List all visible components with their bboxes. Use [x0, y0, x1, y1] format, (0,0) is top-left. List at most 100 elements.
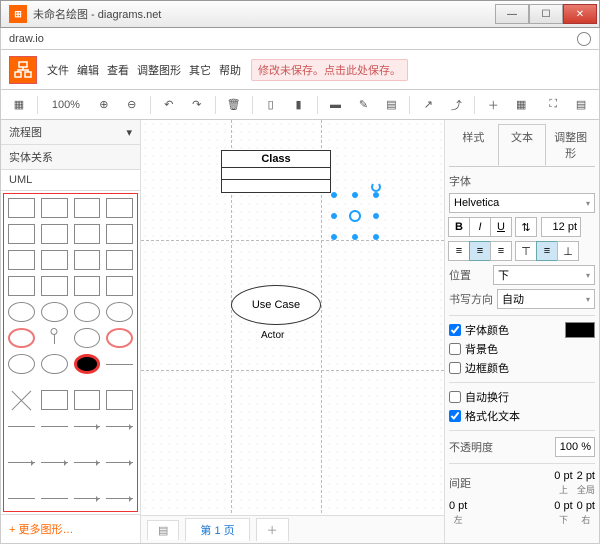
align-center-button[interactable]: ≡: [469, 241, 491, 261]
menu-file[interactable]: 文件: [47, 62, 69, 78]
shape-thumb[interactable]: [41, 302, 68, 322]
font-color-swatch[interactable]: [565, 322, 595, 338]
sp-right-input[interactable]: 0 pt: [577, 500, 595, 512]
shape-thumb[interactable]: [8, 462, 35, 482]
shape-thumb[interactable]: [106, 462, 133, 482]
shape-thumb[interactable]: [106, 498, 133, 512]
tab-style[interactable]: 样式: [449, 124, 498, 166]
shape-thumb[interactable]: [74, 498, 101, 512]
toback-icon[interactable]: ▮: [287, 94, 311, 116]
shape-thumb[interactable]: [41, 224, 68, 244]
shape-thumb[interactable]: [106, 426, 133, 446]
shape-thumb[interactable]: [41, 198, 68, 218]
sp-bottom-input[interactable]: 0 pt: [554, 500, 572, 512]
menu-help[interactable]: 帮助: [219, 62, 241, 78]
line-icon[interactable]: ✎: [351, 94, 375, 116]
uml-class-node[interactable]: Class: [221, 150, 331, 193]
autowrap-check[interactable]: [449, 391, 461, 403]
opacity-input[interactable]: 100 %: [555, 437, 595, 457]
insert-icon[interactable]: ＋: [481, 94, 505, 116]
tab-arrange[interactable]: 调整图形: [546, 124, 595, 166]
sidebar-cat-er[interactable]: 实体关系: [1, 145, 140, 170]
zoom-in-icon[interactable]: ⊕: [92, 94, 116, 116]
shape-thumb[interactable]: [8, 276, 35, 296]
format-toggle-icon[interactable]: ▤: [569, 94, 593, 116]
zoom-out-icon[interactable]: ⊖: [120, 94, 144, 116]
undo-icon[interactable]: ↶: [157, 94, 181, 116]
italic-button[interactable]: I: [469, 217, 491, 237]
formatted-check[interactable]: [449, 410, 461, 422]
shape-thumb[interactable]: [41, 462, 68, 482]
shadow-icon[interactable]: ▤: [379, 94, 403, 116]
canvas[interactable]: Class Use Case Actor ▤ 第 1 页 ＋: [141, 120, 444, 543]
shape-thumb[interactable]: [106, 198, 133, 218]
menu-arrange[interactable]: 调整图形: [137, 62, 181, 78]
sidebar-toggle-icon[interactable]: ▦: [7, 94, 31, 116]
shape-thumb[interactable]: [106, 390, 133, 410]
shape-thumb[interactable]: [74, 354, 101, 374]
minimize-button[interactable]: —: [495, 4, 529, 24]
delete-icon[interactable]: 🗑: [222, 94, 246, 116]
shape-thumb[interactable]: [8, 250, 35, 270]
shape-thumb[interactable]: [41, 354, 68, 374]
fill-icon[interactable]: ▬: [324, 94, 348, 116]
shape-thumb[interactable]: [74, 302, 101, 322]
zoom-select[interactable]: 100%: [44, 94, 88, 116]
shape-thumb[interactable]: [8, 198, 35, 218]
font-family-select[interactable]: Helvetica: [449, 193, 595, 213]
logo-icon[interactable]: [9, 56, 37, 84]
shape-thumb[interactable]: [106, 250, 133, 270]
shape-thumb[interactable]: [8, 302, 35, 322]
shape-thumb[interactable]: [8, 354, 35, 374]
tofront-icon[interactable]: ▯: [259, 94, 283, 116]
unsaved-notice[interactable]: 修改未保存。点击此处保存。: [251, 59, 408, 81]
shape-thumb[interactable]: [74, 250, 101, 270]
selection-handles[interactable]: [331, 192, 379, 240]
shape-thumb[interactable]: [74, 390, 101, 410]
shape-thumb[interactable]: [41, 390, 68, 410]
font-size-input[interactable]: 12 pt: [541, 217, 581, 237]
font-color-check[interactable]: [449, 324, 461, 336]
connection-icon[interactable]: ↗: [416, 94, 440, 116]
close-button[interactable]: ✕: [563, 4, 597, 24]
valign-bottom-button[interactable]: ⊥: [557, 241, 579, 261]
shape-thumb[interactable]: [74, 462, 101, 482]
shape-thumb[interactable]: [41, 426, 68, 446]
shape-thumb[interactable]: [106, 276, 133, 296]
bg-color-check[interactable]: [449, 343, 461, 355]
shape-thumb[interactable]: [74, 328, 101, 348]
tab-text[interactable]: 文本: [498, 124, 547, 166]
fullscreen-icon[interactable]: ⛶: [541, 94, 565, 116]
shape-thumb[interactable]: [8, 426, 35, 446]
position-select[interactable]: 下: [493, 265, 595, 285]
more-shapes-button[interactable]: + 更多图形…: [1, 514, 140, 543]
underline-button[interactable]: U: [490, 217, 512, 237]
waypoint-icon[interactable]: ⤴: [444, 94, 468, 116]
language-icon[interactable]: [577, 32, 591, 46]
menu-extras[interactable]: 其它: [189, 62, 211, 78]
shape-thumb[interactable]: [8, 328, 35, 348]
shape-thumb[interactable]: [8, 390, 35, 410]
sp-global-input[interactable]: 2 pt: [577, 470, 595, 482]
page-menu-button[interactable]: ▤: [147, 520, 179, 540]
shape-thumb[interactable]: [106, 364, 133, 384]
shape-thumb[interactable]: [74, 198, 101, 218]
sidebar-cat-flow[interactable]: 流程图▾: [1, 120, 140, 145]
add-page-button[interactable]: ＋: [256, 518, 289, 541]
sp-top-input[interactable]: 0 pt: [554, 470, 572, 482]
direction-select[interactable]: 自动: [497, 289, 595, 309]
shape-thumb[interactable]: [106, 302, 133, 322]
shape-thumb[interactable]: [41, 250, 68, 270]
shape-thumb[interactable]: [106, 224, 133, 244]
table-icon[interactable]: ▦: [509, 94, 533, 116]
page-tab-1[interactable]: 第 1 页: [185, 518, 249, 541]
border-color-check[interactable]: [449, 362, 461, 374]
shape-thumb[interactable]: [106, 328, 133, 348]
shape-thumb[interactable]: [41, 328, 68, 348]
valign-middle-button[interactable]: ≡: [536, 241, 558, 261]
shape-thumb[interactable]: [74, 276, 101, 296]
align-right-button[interactable]: ≡: [490, 241, 512, 261]
sp-left-input[interactable]: 0 pt: [449, 500, 467, 512]
uml-usecase-node[interactable]: Use Case: [231, 285, 321, 325]
sidebar-cat-uml[interactable]: UML: [1, 170, 140, 191]
